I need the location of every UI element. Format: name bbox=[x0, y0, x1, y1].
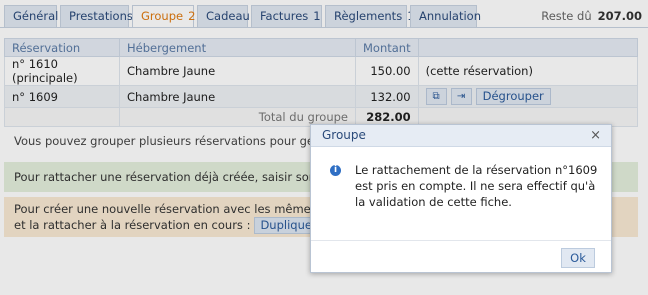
close-icon[interactable]: × bbox=[590, 125, 601, 146]
dialog-footer: Ok bbox=[311, 240, 611, 273]
dialog-body: i Le rattachement de la réservation n°16… bbox=[311, 148, 611, 240]
dialog-title: Groupe bbox=[322, 128, 366, 142]
ok-button[interactable]: Ok bbox=[561, 248, 595, 268]
dialog-message: Le rattachement de la réservation n°1609… bbox=[355, 163, 598, 209]
groupe-dialog: Groupe × i Le rattachement de la réserva… bbox=[310, 124, 612, 273]
info-icon: i bbox=[330, 165, 341, 176]
dialog-header: Groupe × bbox=[311, 125, 611, 147]
